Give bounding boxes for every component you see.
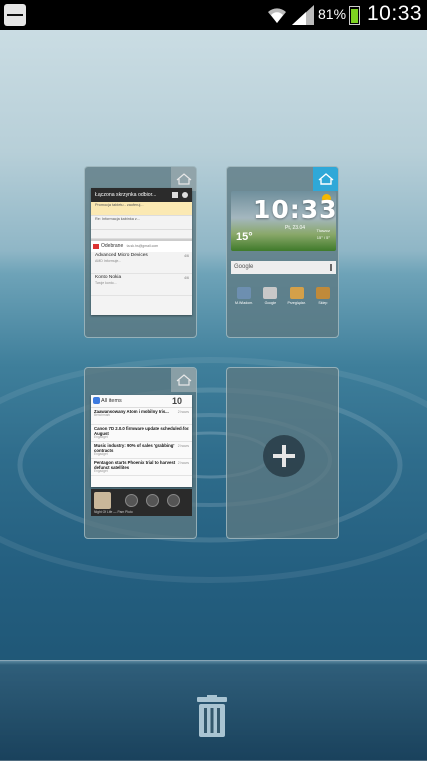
- home-icon: [176, 374, 191, 386]
- app-icon: [263, 287, 278, 299]
- email-date: 4/6: [184, 254, 189, 258]
- list-item: Re: Informacja kabinka z...: [91, 216, 192, 230]
- home-page-indicator[interactable]: [313, 167, 338, 191]
- weather-temperature: 15°: [236, 231, 253, 243]
- trash-icon: [197, 695, 227, 737]
- list-item: Konto Nokia 4/6 Twoje konto...: [91, 274, 192, 296]
- app-shortcut[interactable]: Google: [259, 287, 281, 309]
- list-item: [91, 230, 192, 239]
- email-folder-label: Odebrane: [101, 243, 124, 249]
- wallpaper-ripples: [0, 357, 427, 583]
- clock-weather-widget[interactable]: 10:33 Pt, 23.04 15° Tłuszcz 15° / 5°: [231, 191, 336, 251]
- home-page-thumbnail-3[interactable]: All items 10 Zaawansowany Atom i mobilny…: [84, 367, 197, 539]
- email-widget-title: Łączona skrzynka odbior...: [95, 192, 157, 198]
- clock-time: 10:33: [253, 195, 336, 224]
- app-icon: [237, 287, 252, 299]
- gmail-icon: [93, 244, 99, 249]
- home-page-thumbnail-1[interactable]: Łączona skrzynka odbior... Promocja tabl…: [84, 166, 197, 338]
- news-time: 2 hours: [177, 427, 189, 431]
- refresh-icon: [182, 192, 188, 198]
- list-item: Promocja tabletu - zaoferuj...: [91, 202, 192, 216]
- email-account-row: Odebrane ta.sk.hs@gmail.com: [91, 239, 192, 252]
- news-time: 2 hours: [177, 410, 189, 414]
- news-source: Engadget: [94, 452, 108, 457]
- news-time: 2 hours: [177, 444, 189, 448]
- next-icon[interactable]: [167, 494, 180, 507]
- weather-range: 15° / 5°: [316, 235, 330, 240]
- google-search-bar[interactable]: Google: [231, 261, 336, 274]
- track-caption: Night Of Life — Pam Pluto: [94, 510, 133, 514]
- weather-city: Tłuszcz: [316, 228, 330, 233]
- email-widget[interactable]: Łączona skrzynka odbior... Promocja tabl…: [91, 188, 192, 315]
- news-title: Canon 7D 2.0.0 firmware update scheduled…: [94, 426, 189, 437]
- app-shortcut[interactable]: Sklep: [312, 287, 334, 309]
- app-label: Sklep: [318, 301, 328, 305]
- list-item: Advanced Micro Devices 4/6 AMD Informuje…: [91, 252, 192, 274]
- home-icon: [176, 173, 191, 185]
- app-label: M.Wiadom.: [235, 301, 254, 305]
- clock-date: Pt, 23.04: [285, 225, 306, 231]
- email-sender: Advanced Micro Devices: [95, 253, 148, 258]
- email-address: ta.sk.hs@gmail.com: [126, 244, 159, 248]
- album-art: [94, 492, 111, 509]
- list-item: Zaawansowany Atom i mobilny Iris... 2 hou…: [91, 408, 192, 425]
- email-date: 4/6: [184, 276, 189, 280]
- email-preview: AMD Informuje...: [95, 259, 122, 263]
- set-home-button[interactable]: [171, 368, 196, 392]
- app-shortcuts: M.Wiadom. Google Przeglądar. Sklep: [231, 287, 336, 309]
- news-app-icon: [93, 397, 100, 404]
- list-item: Canon 7D 2.0.0 firmware update scheduled…: [91, 425, 192, 442]
- news-source: Benchmark: [94, 413, 111, 418]
- plus-icon[interactable]: [263, 435, 305, 477]
- add-page-button[interactable]: [226, 367, 339, 539]
- list-item: Music industry: 90% of sales 'grabbing' …: [91, 442, 192, 459]
- news-count: 10: [171, 396, 182, 406]
- email-sender: Konto Nokia: [95, 275, 122, 280]
- mic-icon: [330, 264, 332, 271]
- previous-icon[interactable]: [125, 494, 138, 507]
- app-icon: [315, 287, 330, 299]
- google-label: Google: [234, 264, 254, 270]
- app-shortcut[interactable]: Przeglądar.: [286, 287, 308, 309]
- email-preview: Twoje konto...: [95, 281, 117, 285]
- music-player-widget[interactable]: Night Of Life — Pam Pluto: [91, 489, 192, 516]
- delete-drop-zone[interactable]: [0, 660, 427, 761]
- app-label: Przeglądar.: [287, 301, 306, 305]
- compose-icon: [172, 192, 178, 198]
- news-widget[interactable]: All items 10 Zaawansowany Atom i mobilny…: [91, 395, 192, 487]
- home-page-thumbnail-2[interactable]: 10:33 Pt, 23.04 15° Tłuszcz 15° / 5° Goo…: [226, 166, 339, 338]
- home-icon: [318, 173, 333, 185]
- app-label: Google: [264, 301, 277, 305]
- news-header: All items: [101, 398, 122, 404]
- play-icon[interactable]: [146, 494, 159, 507]
- app-shortcut[interactable]: M.Wiadom.: [233, 287, 255, 309]
- news-source: Engadget: [94, 469, 108, 474]
- news-source: Engadget: [94, 435, 108, 440]
- list-item: Pentagon starts Phoenix trial to harvest…: [91, 459, 192, 476]
- news-time: 2 hours: [177, 461, 189, 465]
- app-icon: [289, 287, 304, 299]
